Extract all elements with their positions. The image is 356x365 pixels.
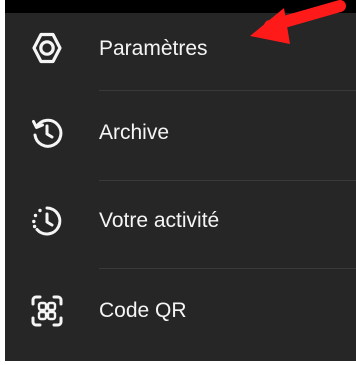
qr-code-icon <box>27 291 67 331</box>
menu-item-label: Votre activité <box>99 209 220 232</box>
menu-item-label: Code QR <box>99 299 187 322</box>
menu-item-label: Paramètres <box>99 37 208 60</box>
archive-icon <box>27 113 67 153</box>
menu-item-archive[interactable]: Archive <box>5 91 356 178</box>
top-bar <box>5 0 356 13</box>
gear-icon <box>27 28 67 68</box>
menu-item-settings[interactable]: Paramètres <box>5 13 356 100</box>
settings-menu: Paramètres Archive Votre activité Code Q… <box>5 13 356 361</box>
menu-item-activity[interactable]: Votre activité <box>5 181 356 268</box>
menu-item-qr-code[interactable]: Code QR <box>5 269 356 356</box>
menu-item-label: Archive <box>99 121 170 144</box>
activity-icon <box>27 201 67 241</box>
screenshot-frame: Paramètres Archive Votre activité Code Q… <box>0 0 356 365</box>
